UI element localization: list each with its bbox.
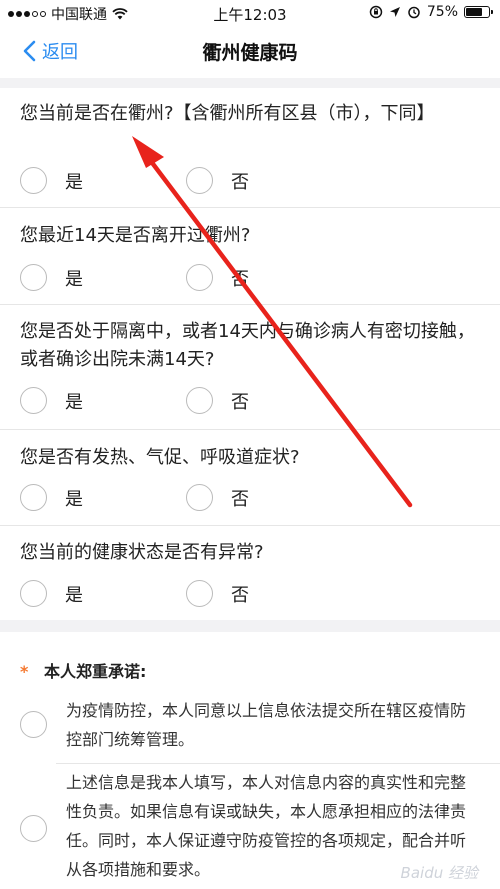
commitment-title: * 本人郑重承诺: (20, 658, 146, 682)
option-no[interactable]: 否 (186, 387, 249, 414)
option-label: 否 (231, 171, 249, 193)
question-health-status: 您当前的健康状态是否有异常? 是 否 (0, 526, 500, 620)
radio-button[interactable] (20, 264, 47, 291)
option-no[interactable]: 否 (186, 167, 249, 194)
question-isolation: 您是否处于隔离中，或者14天内与确诊病人有密切接触，或者确诊出院未满14天? 是… (0, 305, 500, 430)
option-no[interactable]: 否 (186, 264, 249, 291)
option-label: 否 (231, 391, 249, 413)
radio-button[interactable] (186, 580, 213, 607)
radio-button[interactable] (20, 711, 47, 738)
rotation-lock-icon (369, 5, 383, 19)
pledge-text: 为疫情防控，本人同意以上信息依法提交所在辖区疫情防控部门统筹管理。 (66, 701, 467, 749)
battery-icon (464, 6, 493, 18)
questionnaire: 您当前是否在衢州?【含衢州所有区县（市），下同】 是 否 您最近14天是否离开过… (0, 88, 500, 620)
radio-button[interactable] (186, 264, 213, 291)
watermark: Baidu 经验 (400, 864, 478, 882)
page-title: 衢州健康码 (202, 42, 298, 64)
option-label: 是 (65, 391, 83, 413)
battery-percent: 75% (426, 4, 458, 20)
question-text: 您最近14天是否离开过衢州? (20, 225, 251, 246)
option-yes[interactable]: 是 (20, 167, 83, 194)
option-label: 否 (231, 488, 249, 510)
option-label: 否 (231, 584, 249, 606)
status-bar: 中国联通 上午12:03 75% (0, 0, 500, 26)
battery-fill (466, 8, 482, 16)
nav-bar: 返回 衢州健康码 (0, 26, 500, 78)
commitment-section: * 本人郑重承诺: 为疫情防控，本人同意以上信息依法提交所在辖区疫情防控部门统筹… (0, 632, 500, 889)
option-no[interactable]: 否 (186, 484, 249, 511)
radio-button[interactable] (186, 387, 213, 414)
option-yes[interactable]: 是 (20, 484, 83, 511)
question-text: 您当前是否在衢州?【含衢州所有区县（市），下同】 (20, 103, 435, 124)
radio-button[interactable] (186, 167, 213, 194)
option-label: 是 (65, 488, 83, 510)
radio-button[interactable] (186, 484, 213, 511)
status-right: 75% (369, 4, 493, 20)
divider (56, 763, 500, 764)
option-label: 否 (231, 268, 249, 290)
question-text: 您是否有发热、气促、呼吸道症状? (20, 447, 300, 468)
option-yes[interactable]: 是 (20, 264, 83, 291)
radio-button[interactable] (20, 167, 47, 194)
radio-button[interactable] (20, 580, 47, 607)
alarm-icon (408, 6, 420, 19)
location-icon (389, 6, 400, 17)
question-in-quzhou: 您当前是否在衢州?【含衢州所有区县（市），下同】 是 否 (0, 88, 500, 208)
option-label: 是 (65, 171, 83, 193)
radio-button[interactable] (20, 815, 47, 842)
option-no[interactable]: 否 (186, 580, 249, 607)
question-text: 您是否处于隔离中，或者14天内与确诊病人有密切接触，或者确诊出院未满14天? (20, 321, 475, 370)
required-mark: * (20, 662, 29, 681)
question-text: 您当前的健康状态是否有异常? (20, 542, 264, 563)
question-symptoms: 您是否有发热、气促、呼吸道症状? 是 否 (0, 430, 500, 526)
option-label: 是 (65, 584, 83, 606)
question-left-quzhou: 您最近14天是否离开过衢州? 是 否 (0, 208, 500, 305)
option-yes[interactable]: 是 (20, 580, 83, 607)
radio-button[interactable] (20, 484, 47, 511)
commitment-title-text: 本人郑重承诺: (43, 662, 147, 681)
option-label: 是 (65, 268, 83, 290)
pledge-item[interactable]: 为疫情防控，本人同意以上信息依法提交所在辖区疫情防控部门统筹管理。 (0, 692, 500, 758)
radio-button[interactable] (20, 387, 47, 414)
option-yes[interactable]: 是 (20, 387, 83, 414)
